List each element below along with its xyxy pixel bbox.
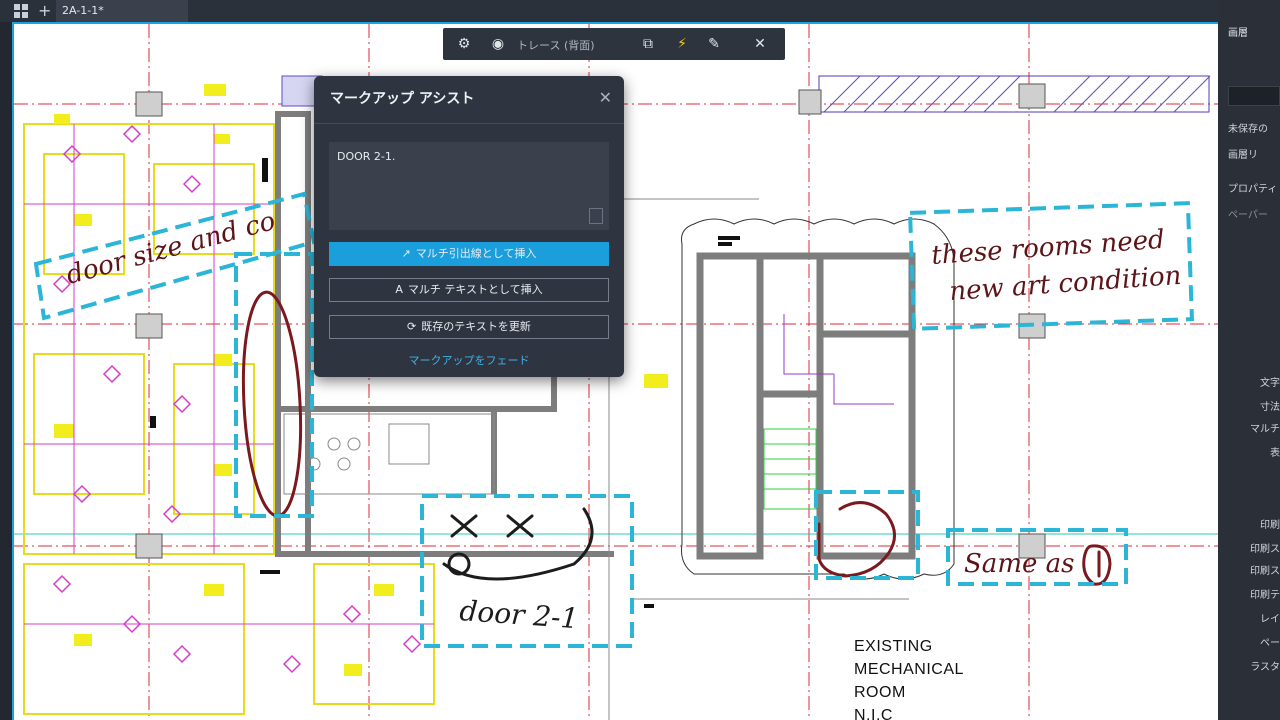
layer-search-box[interactable] [1228, 86, 1280, 106]
profile-icon[interactable]: ◉ [489, 35, 507, 53]
right-palette: 画層 未保存の 画層リ プロパティ ペーパー 文字 寸法 マルチ 表 印刷 印刷… [1218, 0, 1280, 720]
fade-markup-link[interactable]: マークアップをフェード [314, 352, 624, 368]
markup-edit-icon[interactable]: ✎ [705, 35, 723, 53]
grid-icon[interactable] [14, 4, 28, 18]
trace-mode-label[interactable]: トレース (背面) [517, 37, 595, 53]
new-tab-button[interactable]: + [38, 1, 51, 20]
prop-row-9[interactable]: レイ [1220, 610, 1280, 625]
prop-row-2[interactable]: 寸法 [1220, 398, 1280, 413]
paper-label: ペーパー [1228, 210, 1268, 221]
prop-row-8[interactable]: 印刷テ [1220, 586, 1280, 601]
room-label-line1: EXISTING [854, 638, 933, 655]
compare-icon[interactable]: ⧉ [639, 35, 657, 53]
document-tab[interactable]: 2A-1-1* [56, 0, 188, 22]
prop-row-10[interactable]: ペー [1220, 634, 1280, 649]
dialog-separator [314, 123, 624, 124]
layer-list-toggle[interactable]: 画層リ [1228, 146, 1258, 161]
prop-row-5[interactable]: 印刷 [1220, 516, 1280, 531]
update-text-button[interactable]: ⟳ 既存のテキストを更新 [329, 315, 609, 339]
svg-text:door 2-1: door 2-1 [459, 594, 580, 635]
svg-text:Same as: Same as [964, 549, 1074, 579]
insert-mleader-label: マルチ引出線として挿入 [415, 247, 537, 260]
insert-mleader-button[interactable]: ↗ マルチ引出線として挿入 [329, 242, 609, 266]
close-icon[interactable]: ✕ [751, 35, 769, 53]
markup-assist-dialog: マークアップ アシスト ✕ DOOR 2-1. ↗ マルチ引出線として挿入 A マル… [314, 76, 624, 377]
room-label-line3: ROOM [854, 684, 906, 701]
prop-row-11[interactable]: ラスタ [1220, 658, 1280, 673]
prop-row-4[interactable]: 表 [1220, 444, 1280, 459]
document-tab-bar: + 2A-1-1* [0, 0, 1218, 22]
update-text-label: 既存のテキストを更新 [421, 320, 531, 333]
insert-mtext-label: マルチ テキストとして挿入 [407, 283, 543, 296]
room-label-line2: MECHANICAL [854, 661, 964, 678]
room-label-line4: N.I.C [854, 707, 893, 720]
properties-label: プロパティ [1228, 184, 1278, 195]
prop-row-3[interactable]: マルチ [1220, 420, 1280, 435]
refresh-icon: ⟳ [407, 320, 417, 333]
flash-icon[interactable]: ⚡ [673, 35, 691, 53]
dialog-title: マークアップ アシスト [330, 91, 475, 107]
gear-icon[interactable]: ⚙ [455, 35, 473, 53]
copy-icon[interactable] [589, 208, 603, 224]
insert-mtext-button[interactable]: A マルチ テキストとして挿入 [329, 278, 609, 302]
unsaved-layer-state[interactable]: 未保存の [1228, 120, 1268, 135]
svg-text:new art condition: new art condition [948, 261, 1182, 307]
recognized-text: DOOR 2-1. [337, 150, 396, 163]
prop-row-6[interactable]: 印刷ス [1220, 540, 1280, 555]
prop-row-1[interactable]: 文字 [1220, 374, 1280, 389]
recognized-text-field[interactable]: DOOR 2-1. [329, 142, 609, 230]
mleader-icon: ↗ [401, 247, 411, 260]
layers-title: 画層 [1228, 28, 1248, 39]
close-icon[interactable]: ✕ [599, 88, 612, 107]
left-toolbar [0, 22, 12, 720]
text-icon: A [395, 283, 403, 296]
prop-row-7[interactable]: 印刷ス [1220, 562, 1280, 577]
trace-toolbar: ⚙ ◉ トレース (背面) ⧉ ⚡ ✎ ✕ [443, 28, 785, 60]
